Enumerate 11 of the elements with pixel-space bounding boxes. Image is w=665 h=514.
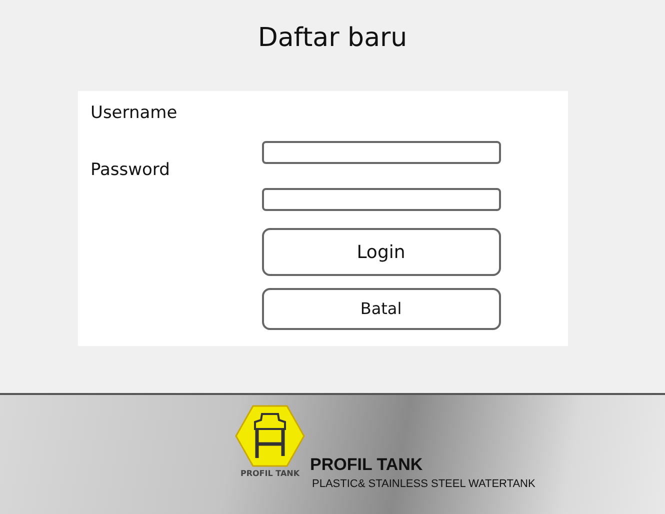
username-label: Username	[90, 102, 178, 124]
login-button[interactable]: Login	[262, 228, 500, 276]
brand-tagline: PLASTIC& STAINLESS STEEL WATERTANK	[312, 477, 536, 491]
brand-name: PROFIL TANK	[310, 455, 424, 475]
page-title: Daftar baru	[258, 22, 408, 55]
logo-caption: PROFIL TANK	[240, 469, 300, 479]
logo-icon	[235, 404, 305, 468]
username-field[interactable]	[262, 141, 500, 164]
cancel-button[interactable]: Batal	[262, 288, 500, 330]
password-field[interactable]	[262, 188, 500, 211]
password-label: Password	[90, 159, 171, 181]
